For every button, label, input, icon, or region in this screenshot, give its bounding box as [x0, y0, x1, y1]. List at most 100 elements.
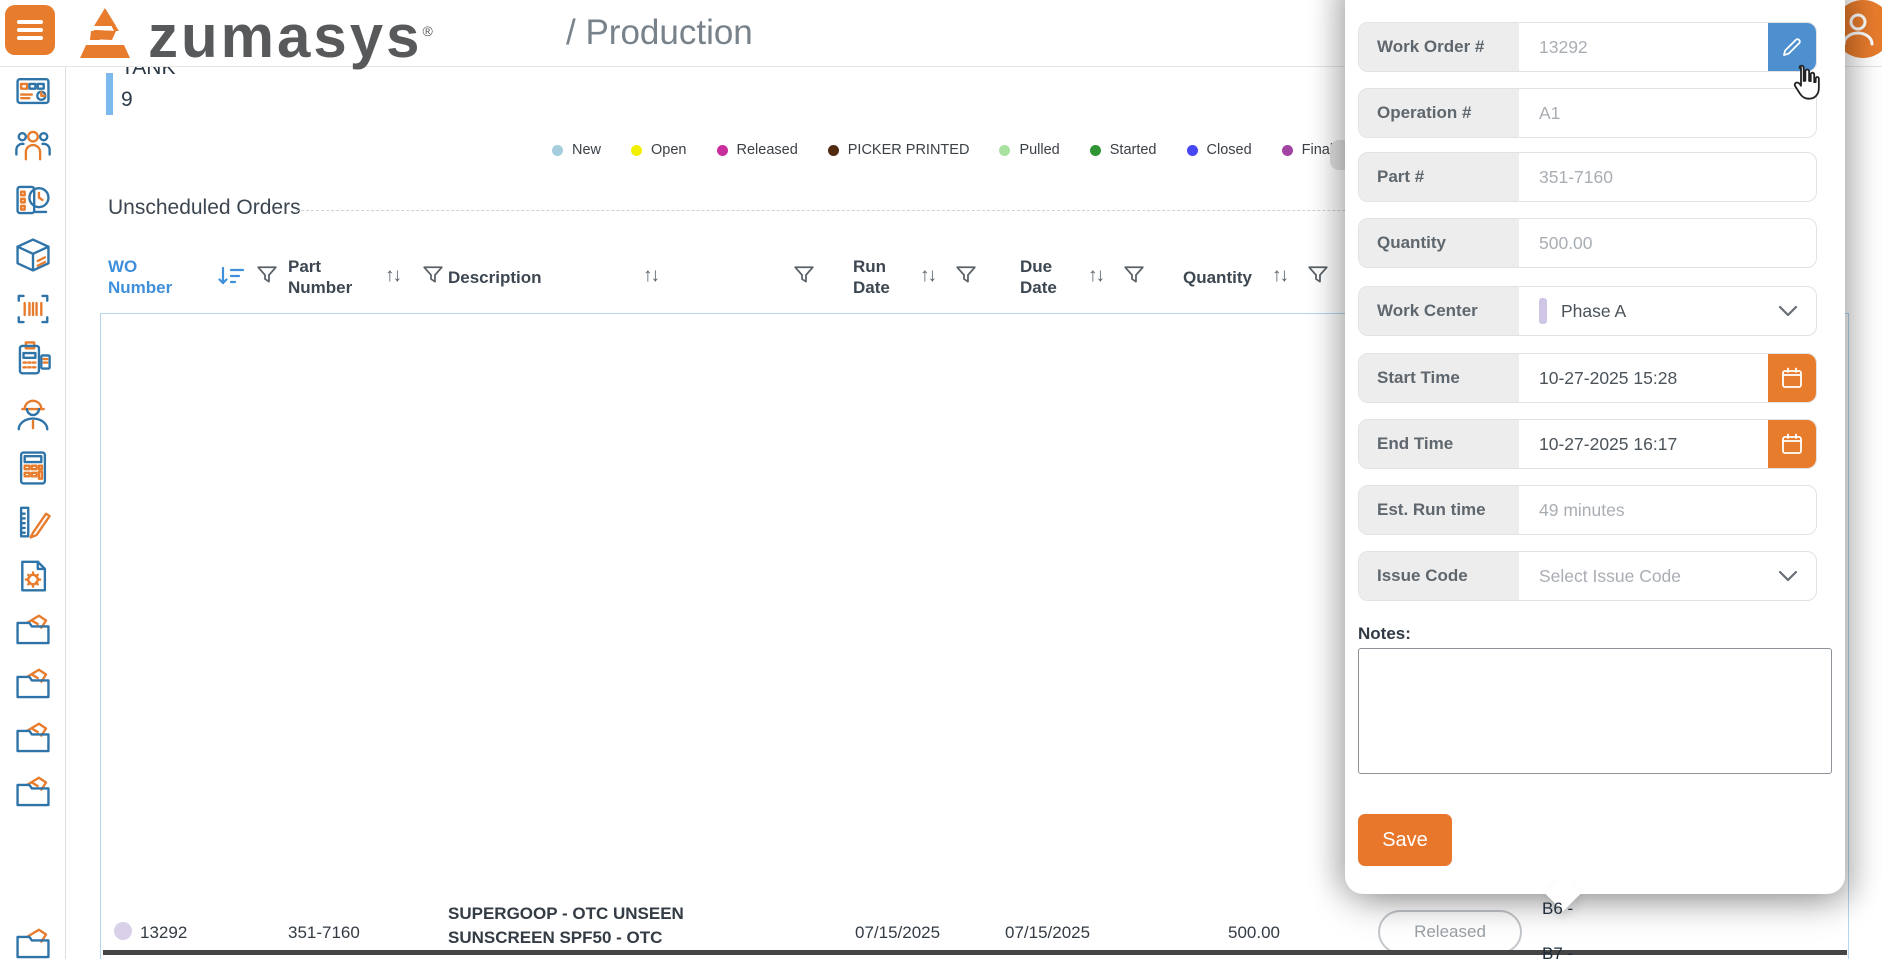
- order-run-date: 07/15/2025: [855, 923, 940, 943]
- field-row-work-order: Work Order # 13292: [1358, 22, 1817, 72]
- legend-dot: [828, 145, 839, 156]
- work-center-select[interactable]: Phase A: [1519, 287, 1816, 335]
- operation-input[interactable]: A1: [1519, 89, 1816, 137]
- sidebar-item-pos-terminal[interactable]: [14, 340, 52, 378]
- column-header-quantity[interactable]: Quantity: [1183, 247, 1273, 307]
- end-time-calendar-button[interactable]: [1768, 420, 1816, 468]
- start-time-input[interactable]: 10-27-2025 15:28: [1519, 354, 1768, 402]
- order-description: SUPERGOOP - OTC UNSEEN SUNSCREEN SPF50 -…: [448, 902, 684, 950]
- legend-item: Released: [717, 142, 798, 158]
- field-row-est-run-time: Est. Run time 49 minutes: [1358, 485, 1817, 535]
- notes-textarea[interactable]: [1358, 648, 1832, 774]
- order-wo-number[interactable]: 13292: [140, 923, 187, 943]
- field-row-part: Part # 351-7160: [1358, 152, 1817, 202]
- sidebar-item-dashboard[interactable]: [14, 72, 52, 110]
- order-due-date: 07/15/2025: [1005, 923, 1090, 943]
- production-scheduler-screen: zumasys® / Production TANK 9 New Open Re…: [0, 0, 1882, 959]
- field-label: Issue Code: [1359, 552, 1519, 600]
- field-row-operation: Operation # A1: [1358, 88, 1817, 138]
- column-header-part-number[interactable]: Part Number: [288, 247, 374, 307]
- work-center-color-bar: [1539, 298, 1547, 324]
- field-label: Work Center: [1359, 287, 1519, 335]
- field-label: Work Order #: [1359, 23, 1519, 71]
- legend-item: Pulled: [999, 142, 1059, 158]
- sidebar: [0, 0, 66, 959]
- part-input[interactable]: 351-7160: [1519, 153, 1816, 201]
- sidebar-item-calculator[interactable]: [14, 449, 52, 487]
- filter-icon[interactable]: [1123, 264, 1145, 286]
- bottom-edge: [103, 950, 1847, 955]
- field-label: Quantity: [1359, 219, 1519, 267]
- field-row-work-center: Work Center Phase A: [1358, 286, 1817, 336]
- legend-dot: [552, 145, 563, 156]
- resource-number: 9: [121, 88, 133, 112]
- sidebar-item-document-settings[interactable]: [14, 557, 52, 595]
- work-order-input[interactable]: 13292: [1519, 23, 1768, 71]
- sort-desc-icon[interactable]: [218, 266, 246, 288]
- legend-item: Started: [1090, 142, 1157, 158]
- field-label: Start Time: [1359, 354, 1519, 402]
- resource-color-bar: [106, 73, 113, 115]
- legend-dot: [717, 145, 728, 156]
- edit-work-order-button[interactable]: [1768, 23, 1816, 71]
- column-header-wo-number[interactable]: WO Number: [108, 247, 204, 307]
- brand-wordmark: zumasys®: [148, 0, 436, 70]
- field-row-end-time: End Time 10-27-2025 16:17: [1358, 419, 1817, 469]
- legend-item: New: [552, 142, 601, 158]
- notes-label: Notes:: [1358, 624, 1411, 644]
- operation-edit-popover: Work Order # 13292 Operation # A1 Part #…: [1345, 0, 1845, 894]
- sidebar-item-measure-design[interactable]: [14, 503, 52, 541]
- field-label: End Time: [1359, 420, 1519, 468]
- sort-icon[interactable]: ↑↓: [1272, 266, 1287, 285]
- legend-dot: [1090, 145, 1101, 156]
- end-time-input[interactable]: 10-27-2025 16:17: [1519, 420, 1768, 468]
- sidebar-item-operator[interactable]: [14, 396, 52, 434]
- section-title: Unscheduled Orders: [108, 196, 301, 220]
- sort-icon[interactable]: ↑↓: [920, 266, 935, 285]
- field-label: Part #: [1359, 153, 1519, 201]
- legend-dot: [1187, 145, 1198, 156]
- sidebar-item-folder-doc-5[interactable]: [14, 925, 52, 959]
- order-status-dot: [114, 922, 132, 940]
- sidebar-item-team[interactable]: [14, 126, 52, 164]
- start-time-calendar-button[interactable]: [1768, 354, 1816, 402]
- sidebar-item-barcode-scan[interactable]: [14, 290, 52, 328]
- filter-icon[interactable]: [1307, 264, 1329, 286]
- save-button[interactable]: Save: [1358, 814, 1452, 866]
- calendar-icon: [1780, 432, 1804, 456]
- sidebar-item-folder-doc-3[interactable]: [14, 719, 52, 757]
- filter-icon[interactable]: [422, 264, 444, 286]
- order-part-number: 351-7160: [288, 923, 360, 943]
- breadcrumb: / Production: [566, 10, 753, 56]
- field-row-start-time: Start Time 10-27-2025 15:28: [1358, 353, 1817, 403]
- filter-icon[interactable]: [955, 264, 977, 286]
- sidebar-item-folder-doc-2[interactable]: [14, 665, 52, 703]
- sidebar-item-schedule[interactable]: [14, 181, 52, 219]
- legend-item: Open: [631, 142, 686, 158]
- chevron-down-icon: [1778, 570, 1798, 582]
- sort-icon[interactable]: ↑↓: [1088, 266, 1103, 285]
- field-row-quantity: Quantity 500.00: [1358, 218, 1817, 268]
- column-header-description[interactable]: Description: [448, 247, 578, 307]
- issue-code-select[interactable]: Select Issue Code: [1519, 552, 1816, 600]
- order-status-badge: Released: [1378, 910, 1522, 954]
- hamburger-menu-button[interactable]: [5, 5, 55, 55]
- slot-label-b7: B7 -: [1542, 944, 1573, 959]
- sidebar-item-folder-doc-4[interactable]: [14, 773, 52, 811]
- sidebar-item-folder-doc-1[interactable]: [14, 611, 52, 649]
- filter-icon[interactable]: [256, 264, 278, 286]
- quantity-input[interactable]: 500.00: [1519, 219, 1816, 267]
- legend-dot: [631, 145, 642, 156]
- sort-icon[interactable]: ↑↓: [643, 266, 658, 285]
- sort-icon[interactable]: ↑↓: [385, 266, 400, 285]
- column-header-due-date[interactable]: Due Date: [1020, 247, 1078, 307]
- order-quantity: 500.00: [1180, 923, 1280, 943]
- sidebar-item-inventory-box[interactable]: [14, 236, 52, 274]
- field-label: Est. Run time: [1359, 486, 1519, 534]
- filter-icon[interactable]: [793, 264, 815, 286]
- pencil-icon: [1780, 35, 1804, 59]
- est-run-time-value: 49 minutes: [1519, 486, 1816, 534]
- legend-dot: [999, 145, 1010, 156]
- slot-label-b6: B6 -: [1542, 899, 1573, 919]
- column-header-run-date[interactable]: Run Date: [853, 247, 911, 307]
